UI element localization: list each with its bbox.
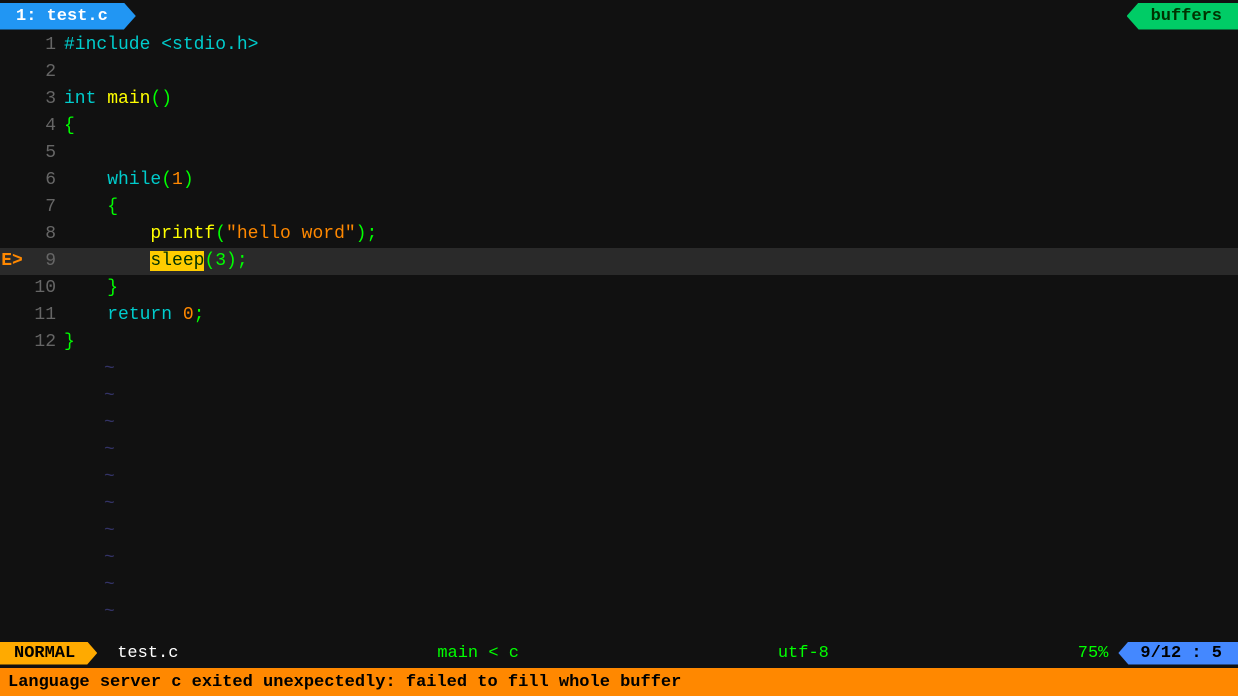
code-line-12: 12} — [0, 329, 1238, 356]
encoding-status: utf-8 — [758, 644, 849, 663]
tilde-line-2: ~ — [0, 410, 1238, 437]
line-number-3: 3 — [24, 86, 64, 113]
mode-badge: NORMAL — [0, 642, 97, 665]
line-content-4: { — [64, 113, 1238, 140]
code-line-5: 5 — [0, 140, 1238, 167]
code-line-9: E>9 sleep(3); — [0, 248, 1238, 275]
line-number-1: 1 — [24, 32, 64, 59]
code-line-8: 8 printf("hello word"); — [0, 221, 1238, 248]
code-line-11: 11 return 0; — [0, 302, 1238, 329]
position-status: 9/12 : 5 — [1118, 642, 1238, 665]
code-line-1: 1#include <stdio.h> — [0, 32, 1238, 59]
code-line-2: 2 — [0, 59, 1238, 86]
line-content-11: return 0; — [64, 302, 1238, 329]
tilde-line-7: ~ — [0, 545, 1238, 572]
error-message: Language server c exited unexpectedly: f… — [8, 673, 681, 692]
line-number-11: 11 — [24, 302, 64, 329]
line-number-6: 6 — [24, 167, 64, 194]
line-content-12: } — [64, 329, 1238, 356]
line-number-5: 5 — [24, 140, 64, 167]
code-line-6: 6 while(1) — [0, 167, 1238, 194]
status-bar: NORMAL test.c main < c utf-8 75% 9/12 : … — [0, 638, 1238, 668]
line-number-12: 12 — [24, 329, 64, 356]
tilde-line-3: ~ — [0, 437, 1238, 464]
line-number-10: 10 — [24, 275, 64, 302]
line-content-10: } — [64, 275, 1238, 302]
tilde-line-0: ~ — [0, 356, 1238, 383]
error-bar: Language server c exited unexpectedly: f… — [0, 668, 1238, 696]
code-line-3: 3int main() — [0, 86, 1238, 113]
tilde-line-9: ~ — [0, 599, 1238, 626]
line-number-9: 9 — [24, 248, 64, 275]
tab-bar: 1: test.c buffers — [0, 0, 1238, 32]
tilde-line-1: ~ — [0, 383, 1238, 410]
tilde-line-6: ~ — [0, 518, 1238, 545]
line-content-1: #include <stdio.h> — [64, 32, 1238, 59]
code-line-10: 10 } — [0, 275, 1238, 302]
tilde-line-8: ~ — [0, 572, 1238, 599]
tilde-line-4: ~ — [0, 464, 1238, 491]
line-number-2: 2 — [24, 59, 64, 86]
line-content-6: while(1) — [64, 167, 1238, 194]
code-line-4: 4{ — [0, 113, 1238, 140]
zoom-status: 75% — [1068, 644, 1119, 663]
line-number-4: 4 — [24, 113, 64, 140]
line-content-9: sleep(3); — [64, 248, 1238, 275]
code-area: 1#include <stdio.h>23int main()4{56 whil… — [0, 32, 1238, 638]
filename-status: test.c — [97, 644, 198, 663]
editor-container: 1: test.c buffers 1#include <stdio.h>23i… — [0, 0, 1238, 696]
active-tab[interactable]: 1: test.c — [0, 3, 136, 30]
line-indicator-9: E> — [0, 248, 24, 275]
line-content-3: int main() — [64, 86, 1238, 113]
buffers-button[interactable]: buffers — [1127, 3, 1238, 30]
line-content-8: printf("hello word"); — [64, 221, 1238, 248]
tilde-line-5: ~ — [0, 491, 1238, 518]
line-number-8: 8 — [24, 221, 64, 248]
code-line-7: 7 { — [0, 194, 1238, 221]
line-number-7: 7 — [24, 194, 64, 221]
line-content-7: { — [64, 194, 1238, 221]
context-status: main < c — [417, 644, 539, 663]
